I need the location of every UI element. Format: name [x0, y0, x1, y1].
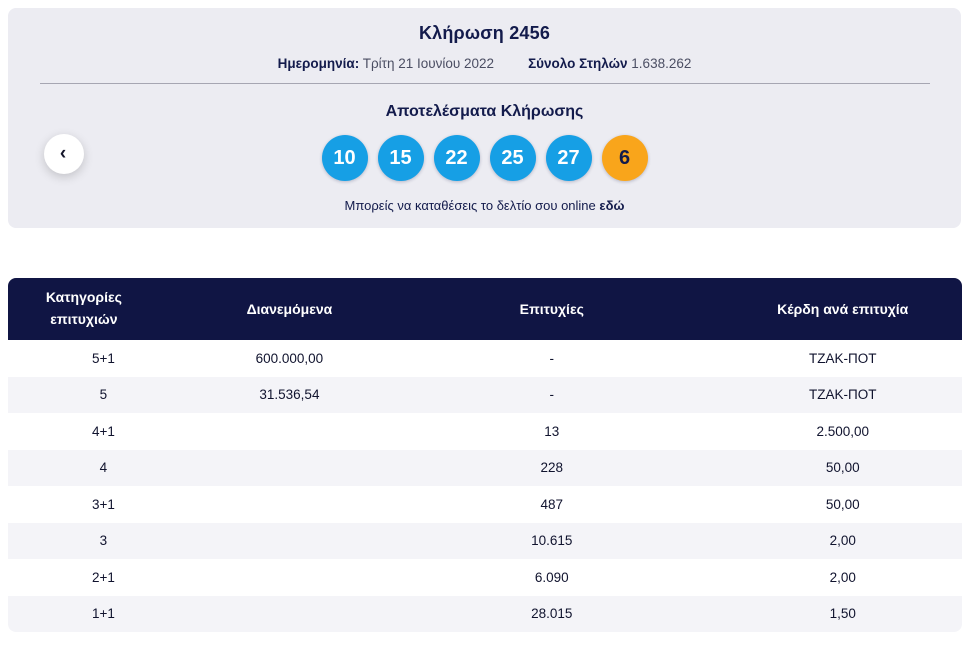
results-title: Αποτελέσματα Κλήρωσης [385, 103, 584, 120]
cell-distributed [199, 596, 380, 633]
table-row: 5+1 600.000,00 - ΤΖΑΚ-ΠΟΤ [8, 340, 962, 377]
winning-number-ball: 27 [545, 135, 592, 181]
prizes-table: Κατηγορίες επιτυχιών Διανεμόμενα Επιτυχίες… [8, 278, 962, 632]
cell-distributed [199, 523, 380, 560]
total-columns-label: Σύνολο Στηλών [528, 56, 628, 71]
table-row: 4 228 50,00 [8, 449, 962, 487]
online-link[interactable]: εδώ [599, 198, 624, 213]
cell-distributed: 31.536,54 [259, 387, 320, 403]
cell-category: 3+1 [91, 496, 115, 512]
cell-winners: 6.090 [534, 569, 569, 585]
cell-distributed [199, 486, 380, 523]
table-body: 5+1 600.000,00 - ΤΖΑΚ-ΠΟΤ 5 31.536,54 - ΤΖΑΚ-ΠΟ… [8, 340, 962, 632]
winning-numbers: 10 15 22 25 27 6 [8, 135, 961, 181]
winning-number-ball: 22 [433, 135, 480, 181]
cell-category: 2+1 [91, 569, 115, 585]
cell-prize: ΤΖΑΚ-ΠΟΤ [808, 387, 877, 403]
cell-winners: - [549, 350, 555, 366]
total-columns-value: 1.638.262 [631, 56, 692, 71]
cell-winners: 228 [540, 460, 564, 476]
table-row: 3 10.615 2,00 [8, 522, 962, 560]
cell-prize: 1,50 [829, 606, 856, 622]
winning-number-ball: 10 [321, 135, 368, 181]
cell-winners: 13 [544, 423, 560, 439]
cell-category: 4 [99, 460, 108, 476]
cell-winners: 28.015 [531, 606, 573, 622]
table-row: 3+1 487 50,00 [8, 486, 962, 523]
online-cta: Μπορείς να καταθέσεις το δελτίο σου onli… [8, 198, 961, 213]
draw-meta: Ημερομηνία: Τρίτη 21 Ιουνίου 2022 Σύνολο… [8, 56, 961, 71]
table-header-row: Κατηγορίες επιτυχιών Διανεμόμενα Επιτυχίες… [8, 278, 962, 340]
table-row: 1+1 28.015 1,50 [8, 595, 962, 633]
cell-prize: 50,00 [825, 496, 860, 512]
cell-distributed [199, 413, 380, 450]
date-value: Τρίτη 21 Ιουνίου 2022 [362, 56, 495, 71]
cell-winners: - [549, 387, 555, 403]
column-header: Διανεμόμενα [246, 301, 333, 317]
draw-title: Κλήρωση 2456 [418, 23, 551, 43]
draw-results-panel: Κλήρωση 2456 Ημερομηνία: Τρίτη 21 Ιουνίο… [8, 8, 961, 228]
cell-category: 3 [99, 533, 108, 549]
table-row: 4+1 13 2.500,00 [8, 413, 962, 450]
cell-prize: 2,00 [829, 533, 856, 549]
draw-date: Ημερομηνία: Τρίτη 21 Ιουνίου 2022 [278, 56, 494, 71]
previous-draw-button[interactable]: ‹ [44, 134, 84, 174]
table-row: 2+1 6.090 2,00 [8, 559, 962, 596]
cell-prize: ΤΖΑΚ-ΠΟΤ [808, 350, 877, 366]
total-columns: Σύνολο Στηλών 1.638.262 [528, 56, 691, 71]
column-header: Κέρδη ανά επιτυχία [777, 301, 909, 317]
divider [40, 83, 930, 84]
cell-prize: 2.500,00 [816, 423, 870, 439]
date-label: Ημερομηνία: [277, 56, 360, 71]
cell-winners: 487 [540, 496, 564, 512]
cell-category: 1+1 [91, 606, 115, 622]
winning-number-ball: 25 [489, 135, 536, 181]
column-header: Επιτυχίες [519, 301, 584, 317]
page: Κλήρωση 2456 Ημερομηνία: Τρίτη 21 Ιουνίο… [0, 8, 970, 632]
online-cta-text: Μπορείς να καταθέσεις το δελτίο σου onli… [344, 198, 596, 213]
cell-category: 4+1 [91, 423, 115, 439]
cell-distributed [199, 559, 380, 596]
cell-category: 5 [99, 387, 108, 403]
cell-category: 5+1 [91, 350, 115, 366]
cell-prize: 50,00 [825, 460, 860, 476]
chevron-left-icon: ‹ [59, 142, 67, 164]
column-header: Κατηγορίες επιτυχιών [45, 289, 122, 327]
bonus-number-ball: 6 [601, 135, 648, 181]
cell-distributed [199, 450, 380, 487]
cell-prize: 2,00 [829, 569, 856, 585]
cell-distributed: 600.000,00 [255, 350, 324, 366]
cell-winners: 10.615 [531, 533, 573, 549]
winning-number-ball: 15 [377, 135, 424, 181]
table-row: 5 31.536,54 - ΤΖΑΚ-ΠΟΤ [8, 376, 962, 413]
